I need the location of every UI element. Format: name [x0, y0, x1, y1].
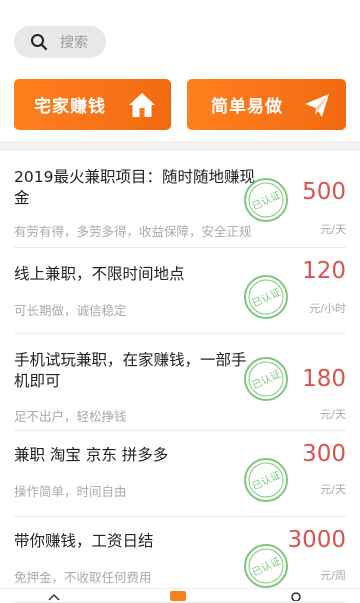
badge-label: 已认证: [250, 367, 283, 391]
job-title: 兼职 淘宝 京东 拼多多: [14, 446, 169, 464]
search-icon: [31, 34, 48, 51]
banner-label: 宅家赚钱: [34, 97, 106, 117]
verified-stamp-icon: 已认证: [244, 458, 288, 502]
job-item[interactable]: 2019最火兼职项目：随时随地赚现金 有劳有得，多劳多得，收益保障，安全正规 5…: [14, 151, 346, 248]
badge-label: 已认证: [250, 554, 283, 578]
job-item[interactable]: 手机试玩兼职，在家赚钱，一部手机即可 足不出户，轻松挣钱 180 元/天 已认证: [14, 334, 346, 431]
job-item[interactable]: 线上兼职，不限时间地点 可长期做，诚信稳定 120 元/小时 已认证: [14, 248, 346, 334]
banner-label: 简单易做: [211, 97, 283, 117]
job-title: 线上兼职，不限时间地点: [14, 265, 185, 283]
price-unit: 元/天: [320, 223, 346, 236]
price-unit: 元/天: [320, 408, 346, 421]
job-title: 2019最火兼职项目：随时随地赚现金: [14, 168, 255, 207]
job-description: 有劳有得，多劳多得，收益保障，安全正规: [14, 224, 252, 239]
job-price: 180: [302, 366, 346, 392]
home-icon: [129, 93, 155, 117]
job-item[interactable]: 兼职 淘宝 京东 拼多多 操作简单，时间自由 300 元/天 已认证: [14, 431, 346, 517]
job-price: 300: [302, 441, 346, 467]
section-divider: [0, 141, 360, 151]
price-unit: 元/周: [320, 569, 346, 582]
job-description: 可长期做，诚信稳定: [14, 303, 127, 318]
badge-label: 已认证: [250, 285, 283, 309]
job-price: 120: [302, 258, 346, 284]
job-price: 500: [302, 179, 346, 205]
job-description: 足不出户，轻松挣钱: [14, 409, 127, 424]
search-placeholder: 搜索: [60, 35, 88, 51]
job-title: 带你赚钱，工资日结: [14, 532, 154, 550]
verified-stamp-icon: 已认证: [244, 544, 288, 588]
job-price: 3000: [287, 527, 346, 553]
badge-label: 已认证: [250, 468, 283, 492]
verified-stamp-icon: 已认证: [244, 275, 288, 319]
price-unit: 元/小时: [309, 302, 346, 315]
paper-plane-icon: [305, 94, 329, 117]
job-description: 操作简单，时间自由: [14, 484, 127, 499]
bottom-tab-bar: [0, 588, 360, 601]
badge-label: 已认证: [250, 188, 283, 212]
work-from-home-banner[interactable]: 宅家赚钱: [14, 79, 171, 130]
search-bar[interactable]: 搜索: [14, 26, 106, 58]
job-list: 2019最火兼职项目：随时随地赚现金 有劳有得，多劳多得，收益保障，安全正规 5…: [0, 151, 360, 603]
job-description: 免押金，不收取任何费用: [14, 570, 152, 585]
verified-stamp-icon: 已认证: [244, 178, 288, 222]
price-unit: 元/天: [320, 483, 346, 496]
job-title: 手机试玩兼职，在家赚钱，一部手机即可: [14, 351, 247, 390]
verified-stamp-icon: 已认证: [244, 357, 288, 401]
easy-tasks-banner[interactable]: 简单易做: [187, 79, 346, 130]
